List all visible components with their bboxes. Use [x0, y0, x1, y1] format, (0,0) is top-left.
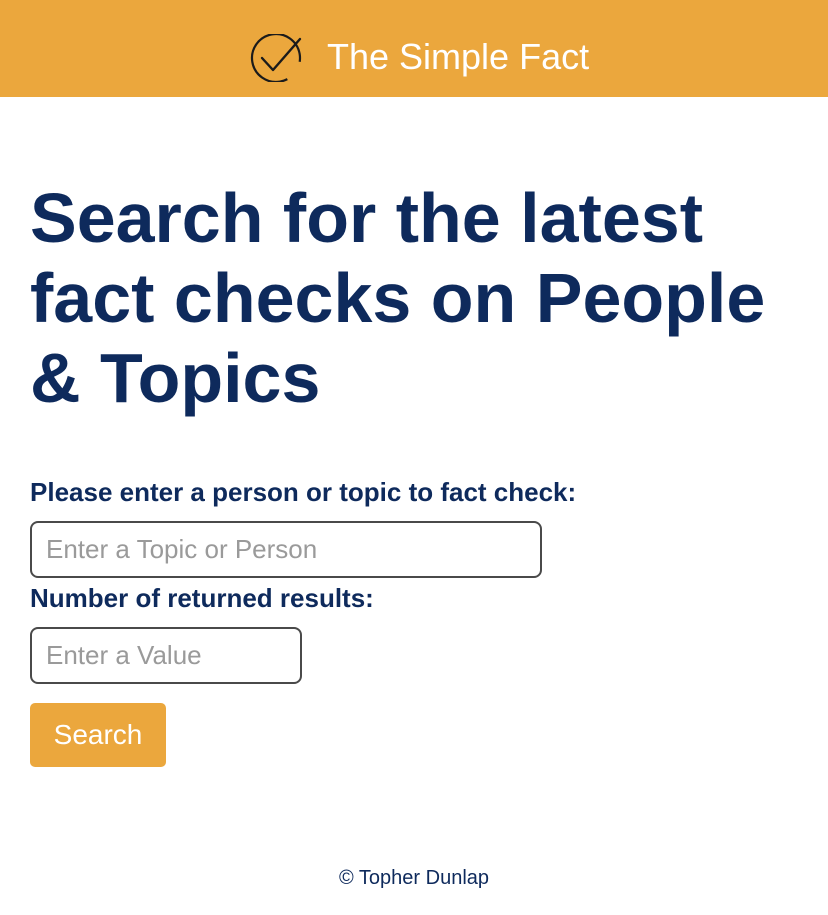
search-button[interactable]: Search	[30, 703, 166, 767]
brand-name: The Simple Fact	[327, 36, 590, 77]
results-count-label: Number of returned results:	[30, 583, 374, 613]
footer-copyright: © Topher Dunlap	[338, 867, 490, 889]
results-count-input[interactable]	[30, 627, 302, 684]
topic-input[interactable]	[30, 521, 542, 578]
site-header: The Simple Fact	[0, 0, 828, 97]
checkmark-circle-icon	[250, 34, 302, 82]
topic-label: Please enter a person or topic to fact c…	[30, 477, 577, 507]
page-title: Search for the latest fact checks on Peo…	[30, 179, 766, 417]
